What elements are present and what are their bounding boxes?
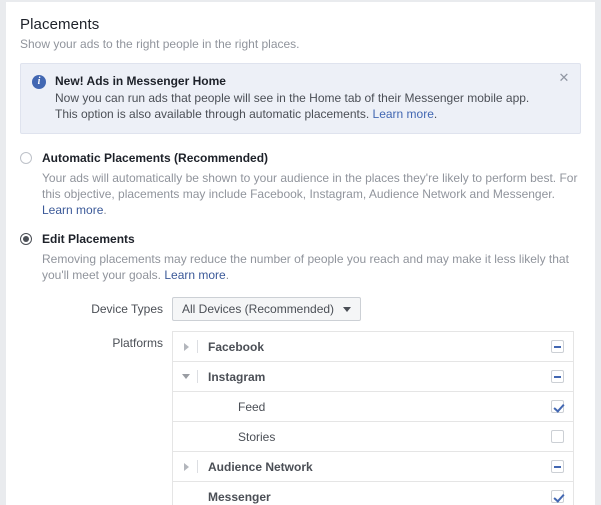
banner-row: i New! Ads in Messenger Home Now you can… [32, 74, 546, 122]
row-divider [197, 490, 198, 503]
option-automatic-head[interactable]: Automatic Placements (Recommended) [20, 151, 581, 165]
platforms-row: Platforms Facebook Instagram Feed Stories Au… [20, 331, 581, 505]
chevron-down-icon[interactable] [181, 362, 191, 392]
chevron-right-icon[interactable] [181, 452, 191, 482]
platform-name: Messenger [208, 489, 271, 504]
device-types-select[interactable]: All Devices (Recommended) [172, 297, 362, 321]
chevron-down-icon [343, 306, 352, 312]
option-automatic-link-suffix: . [103, 203, 107, 217]
row-divider [197, 400, 198, 413]
messenger-home-banner: i New! Ads in Messenger Home Now you can… [20, 63, 581, 134]
banner-link-suffix: . [433, 107, 438, 121]
placements-page: Placements Show your ads to the right pe… [0, 0, 601, 505]
platform-row-instagram[interactable]: Instagram [173, 362, 573, 392]
platform-name: Stories [238, 429, 276, 444]
chevron-right-icon[interactable] [181, 332, 191, 362]
row-divider [197, 340, 198, 353]
twisty-placeholder [181, 422, 191, 452]
platform-row-feed[interactable]: Feed [173, 392, 573, 422]
option-edit-description: Removing placements may reduce the numbe… [42, 251, 581, 283]
checkbox-audience-network[interactable] [551, 460, 564, 473]
device-types-row: Device Types All Devices (Recommended) [20, 297, 581, 321]
checkbox-facebook[interactable] [551, 340, 564, 353]
radio-edit-placements[interactable] [20, 233, 32, 245]
platform-name: Instagram [208, 369, 266, 384]
banner-body: New! Ads in Messenger Home Now you can r… [55, 74, 546, 122]
platform-row-audience-network[interactable]: Audience Network [173, 452, 573, 482]
triangle-down [182, 374, 190, 379]
device-types-selected-value: All Devices (Recommended) [182, 302, 335, 316]
option-edit-link-suffix: . [225, 268, 230, 282]
platform-row-facebook[interactable]: Facebook [173, 332, 573, 362]
option-edit-placements: Edit Placements Removing placements may … [20, 232, 581, 283]
option-automatic-label[interactable]: Automatic Placements (Recommended) [42, 151, 268, 165]
option-automatic-learn-more-link[interactable]: Learn more [42, 203, 103, 217]
checkbox-stories[interactable] [551, 430, 564, 443]
checkbox-feed[interactable] [551, 400, 564, 413]
checkbox-instagram[interactable] [551, 370, 564, 383]
close-icon[interactable]: ✕ [557, 71, 571, 85]
platform-name: Facebook [208, 339, 265, 354]
device-types-label: Device Types [91, 302, 163, 316]
page-inner: Placements Show your ads to the right pe… [6, 2, 595, 505]
info-icon: i [32, 75, 46, 89]
page-subtitle: Show your ads to the right people in the… [20, 37, 300, 51]
platform-name: Audience Network [208, 459, 313, 474]
twisty-placeholder [181, 392, 191, 422]
triangle-right [183, 342, 189, 351]
radio-automatic-placements[interactable] [20, 152, 32, 164]
option-edit-learn-more-link[interactable]: Learn more [164, 268, 225, 282]
platform-name: Feed [238, 399, 266, 414]
option-edit-description-text: Removing placements may reduce the numbe… [42, 252, 569, 282]
platforms-table: Facebook Instagram Feed Stories Audience Net… [172, 331, 574, 505]
platforms-label: Platforms [112, 336, 163, 350]
option-automatic-description-text: Your ads will automatically be shown to … [42, 171, 578, 201]
banner-text-body: Now you can run ads that people will see… [55, 91, 530, 121]
option-automatic-description: Your ads will automatically be shown to … [42, 170, 581, 218]
banner-text: Now you can run ads that people will see… [55, 90, 546, 122]
row-divider [197, 460, 198, 473]
row-divider [197, 370, 198, 383]
platform-row-messenger[interactable]: Messenger [173, 482, 573, 505]
option-automatic-placements: Automatic Placements (Recommended) Your … [20, 151, 581, 218]
row-divider [197, 430, 198, 443]
triangle-right [183, 462, 189, 471]
platform-row-stories[interactable]: Stories [173, 422, 573, 452]
checkbox-messenger[interactable] [551, 490, 564, 503]
banner-title: New! Ads in Messenger Home [55, 74, 226, 88]
twisty-placeholder [181, 482, 191, 505]
banner-learn-more-link[interactable]: Learn more [373, 107, 434, 121]
page-title: Placements [20, 16, 100, 33]
option-edit-head[interactable]: Edit Placements [20, 232, 581, 246]
option-edit-label[interactable]: Edit Placements [42, 232, 135, 246]
